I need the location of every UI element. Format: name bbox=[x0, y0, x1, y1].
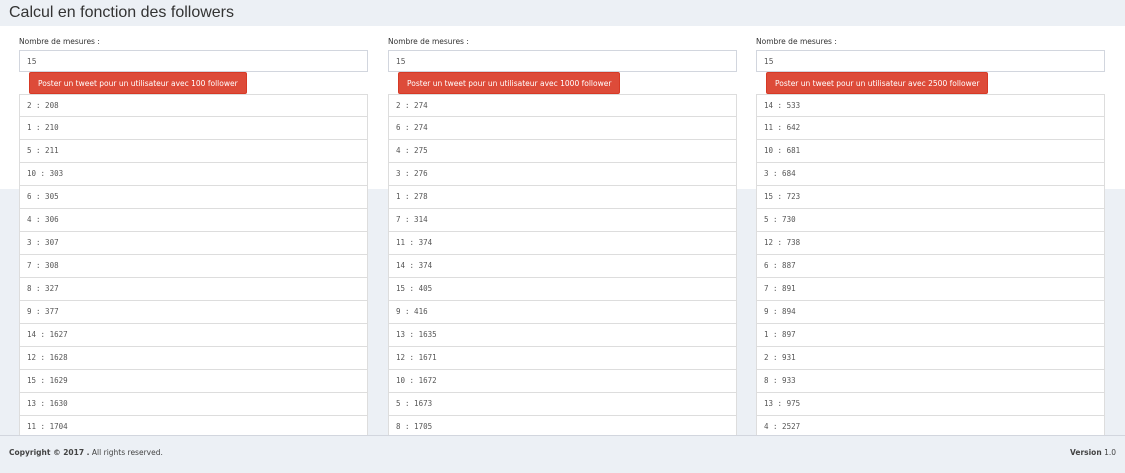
list-item: 5 : 730 bbox=[756, 209, 1105, 232]
list-item: 12 : 738 bbox=[756, 232, 1105, 255]
list-item: 9 : 416 bbox=[388, 301, 737, 324]
content-header: Calcul en fonction des followers bbox=[0, 0, 1125, 26]
post-tweet-2500-button[interactable]: Poster un tweet pour un utilisateur avec… bbox=[766, 72, 989, 94]
list-item: 3 : 307 bbox=[19, 232, 368, 255]
list-item: 3 : 276 bbox=[388, 163, 737, 186]
list-item: 10 : 681 bbox=[756, 140, 1105, 163]
list-item: 15 : 1629 bbox=[19, 370, 368, 393]
list-item: 7 : 314 bbox=[388, 209, 737, 232]
measures-count-input[interactable] bbox=[756, 50, 1105, 72]
list-item: 13 : 1630 bbox=[19, 393, 368, 416]
measures-label: Nombre de mesures : bbox=[388, 37, 469, 46]
results-list: 2 : 208 1 : 210 5 : 211 10 : 303 6 : 305 4 : … bbox=[19, 94, 368, 439]
list-item: 12 : 1628 bbox=[19, 347, 368, 370]
copyright-bold: Copyright © 2017 . bbox=[9, 448, 90, 457]
measures-count-input[interactable] bbox=[19, 50, 368, 72]
page-title: Calcul en fonction des followers bbox=[9, 4, 235, 21]
list-item: 9 : 377 bbox=[19, 301, 368, 324]
list-item: 11 : 642 bbox=[756, 117, 1105, 140]
results-list: 14 : 533 11 : 642 10 : 681 3 : 684 15 : 723 5… bbox=[756, 94, 1105, 439]
list-item: 5 : 1673 bbox=[388, 393, 737, 416]
list-item: 1 : 210 bbox=[19, 117, 368, 140]
list-item: 10 : 303 bbox=[19, 163, 368, 186]
list-item: 14 : 1627 bbox=[19, 324, 368, 347]
list-item: 6 : 887 bbox=[756, 255, 1105, 278]
list-item: 1 : 278 bbox=[388, 186, 737, 209]
list-item: 15 : 723 bbox=[756, 186, 1105, 209]
results-list: 2 : 274 6 : 274 4 : 275 3 : 276 1 : 278 7 : 3… bbox=[388, 94, 737, 439]
post-tweet-100-button[interactable]: Poster un tweet pour un utilisateur avec… bbox=[29, 72, 247, 94]
list-item: 14 : 374 bbox=[388, 255, 737, 278]
page: Calcul en fonction des followers Nombre … bbox=[0, 0, 1125, 473]
footer: Copyright © 2017 . All rights reserved. … bbox=[0, 435, 1125, 473]
list-item: 15 : 405 bbox=[388, 278, 737, 301]
list-item: 4 : 275 bbox=[388, 140, 737, 163]
list-item: 8 : 327 bbox=[19, 278, 368, 301]
list-item: 3 : 684 bbox=[756, 163, 1105, 186]
copyright-text: Copyright © 2017 . All rights reserved. bbox=[9, 448, 163, 457]
list-item: 2 : 274 bbox=[388, 94, 737, 117]
list-item: 1 : 897 bbox=[756, 324, 1105, 347]
list-item: 6 : 274 bbox=[388, 117, 737, 140]
list-item: 11 : 374 bbox=[388, 232, 737, 255]
list-item: 2 : 208 bbox=[19, 94, 368, 117]
list-item: 5 : 211 bbox=[19, 140, 368, 163]
list-item: 2 : 931 bbox=[756, 347, 1105, 370]
list-item: 12 : 1671 bbox=[388, 347, 737, 370]
measures-count-input[interactable] bbox=[388, 50, 737, 72]
list-item: 7 : 891 bbox=[756, 278, 1105, 301]
list-item: 7 : 308 bbox=[19, 255, 368, 278]
list-item: 6 : 305 bbox=[19, 186, 368, 209]
version-label: Version bbox=[1069, 448, 1102, 457]
version-text: Version 1.0 bbox=[1070, 448, 1116, 457]
copyright-rest: All rights reserved. bbox=[89, 448, 163, 457]
list-item: 13 : 1635 bbox=[388, 324, 737, 347]
measures-label: Nombre de mesures : bbox=[19, 37, 100, 46]
measures-label: Nombre de mesures : bbox=[756, 37, 837, 46]
list-item: 13 : 975 bbox=[756, 393, 1105, 416]
version-number: 1.0 bbox=[1101, 448, 1116, 457]
list-item: 8 : 933 bbox=[756, 370, 1105, 393]
post-tweet-1000-button[interactable]: Poster un tweet pour un utilisateur avec… bbox=[398, 72, 621, 94]
list-item: 14 : 533 bbox=[756, 94, 1105, 117]
list-item: 9 : 894 bbox=[756, 301, 1105, 324]
list-item: 10 : 1672 bbox=[388, 370, 737, 393]
list-item: 4 : 306 bbox=[19, 209, 368, 232]
